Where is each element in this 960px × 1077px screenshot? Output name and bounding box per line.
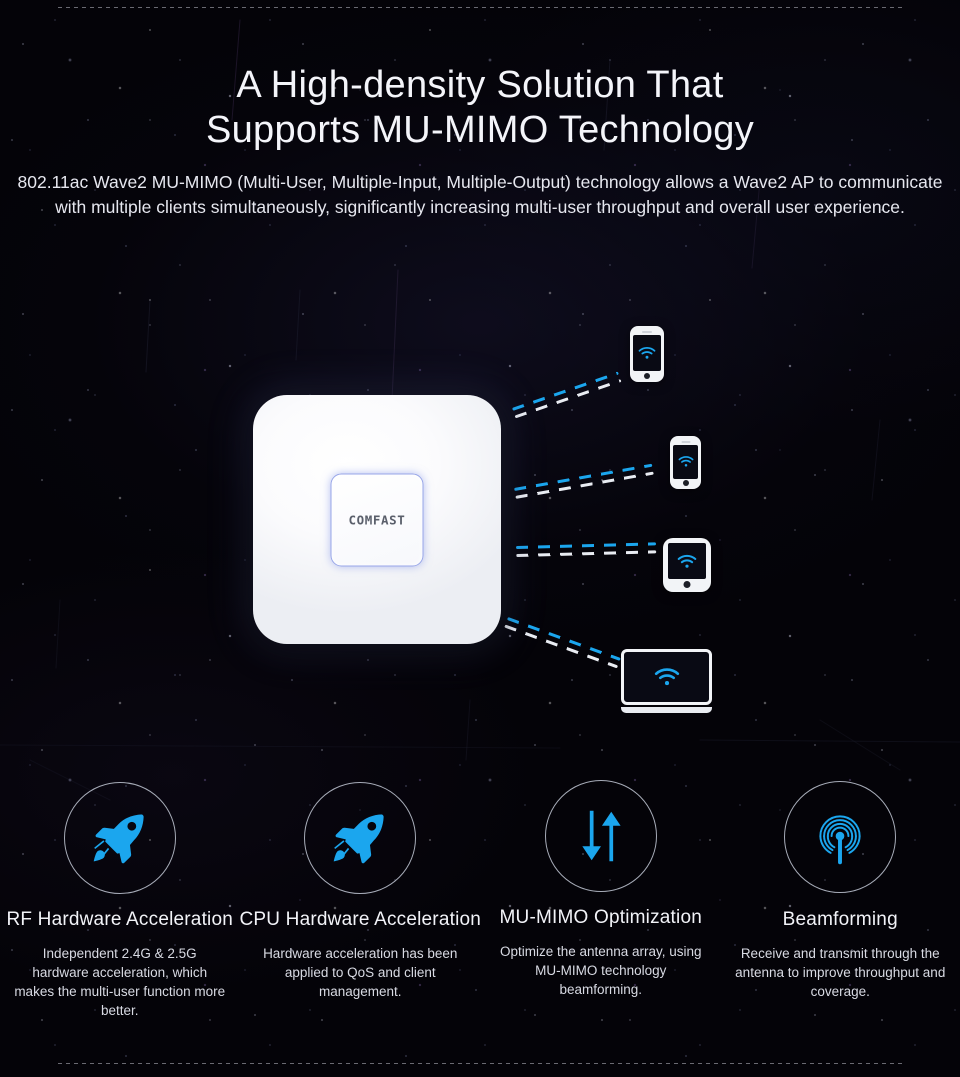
feature-description: Optimize the antenna array, using MU-MIM… xyxy=(499,944,702,997)
phone-home-button xyxy=(682,480,689,486)
access-point-logo-panel: COMFAST xyxy=(330,473,424,566)
hero-paragraph: 802.11ac Wave2 MU-MIMO (Multi-User, Mult… xyxy=(17,172,943,217)
wifi-icon xyxy=(677,554,697,568)
feature-cpu-hardware-acceleration: CPU Hardware Acceleration Hardware accel… xyxy=(239,782,481,1020)
promo-banner: A High-density Solution That Supports MU… xyxy=(0,0,960,1077)
feature-title: CPU Hardware Acceleration xyxy=(239,909,482,930)
rocket-icon xyxy=(334,814,384,864)
feature-list: RF Hardware Acceleration Independent 2.4… xyxy=(0,780,960,1020)
phone-screen xyxy=(673,444,698,479)
feature-icon-circle xyxy=(544,780,657,892)
rocket-icon xyxy=(93,814,144,864)
link-dash-blue xyxy=(512,371,619,411)
brand-logo-text: COMFAST xyxy=(348,512,406,527)
page-title: A High-density Solution That Supports MU… xyxy=(0,63,960,153)
laptop-screen xyxy=(621,649,712,705)
phone-home-button xyxy=(644,373,650,379)
wifi-icon xyxy=(654,668,679,686)
laptop-base xyxy=(621,707,712,713)
link-dash-blue xyxy=(516,542,657,549)
phone-screen xyxy=(633,335,661,371)
feature-title: Beamforming xyxy=(782,909,898,930)
hero-section: A High-density Solution That Supports MU… xyxy=(0,63,960,220)
feature-title: MU-MIMO Optimization xyxy=(499,907,702,928)
feature-icon-circle xyxy=(63,782,176,894)
link-to-smartphone-middle xyxy=(514,463,654,499)
wifi-icon xyxy=(678,456,693,467)
feature-beamforming: Beamforming Receive and transmit through… xyxy=(721,781,960,1020)
feature-icon-circle xyxy=(304,782,417,894)
link-to-laptop xyxy=(504,617,621,669)
access-point-device: COMFAST xyxy=(253,395,501,644)
link-dash-white xyxy=(514,379,622,419)
feature-icon-circle xyxy=(784,781,897,893)
title-line-1: A High-density Solution That xyxy=(236,64,724,106)
broadcast-antenna-icon xyxy=(819,815,861,865)
link-to-smartphone-top xyxy=(512,371,622,419)
feature-title: RF Hardware Acceleration xyxy=(6,909,234,930)
feature-mu-mimo-optimization: MU-MIMO Optimization Optimize the antenn… xyxy=(481,780,720,1020)
top-divider xyxy=(58,7,902,8)
feature-description: Hardware acceleration has been applied t… xyxy=(263,946,458,999)
phone-speaker xyxy=(642,331,652,333)
up-down-arrows-icon xyxy=(582,810,621,862)
feature-rf-hardware-acceleration: RF Hardware Acceleration Independent 2.4… xyxy=(0,782,239,1020)
feature-description: Receive and transmit through the antenna… xyxy=(735,946,946,999)
tablet-home-button xyxy=(683,581,691,588)
link-to-tablet xyxy=(516,542,657,557)
client-laptop xyxy=(621,649,712,713)
feature-description: Independent 2.4G & 2.5G hardware acceler… xyxy=(14,946,226,1018)
link-dash-blue xyxy=(506,617,621,661)
bottom-divider xyxy=(58,1063,902,1064)
client-smartphone-top xyxy=(630,326,664,382)
title-line-2: Supports MU-MIMO Technology xyxy=(205,109,755,151)
client-tablet xyxy=(663,538,711,592)
tablet-screen xyxy=(668,543,706,579)
client-smartphone-middle xyxy=(670,436,701,489)
phone-speaker xyxy=(681,441,690,443)
link-dash-white xyxy=(516,550,657,557)
wifi-icon xyxy=(638,346,656,359)
link-dash-white xyxy=(504,624,619,669)
